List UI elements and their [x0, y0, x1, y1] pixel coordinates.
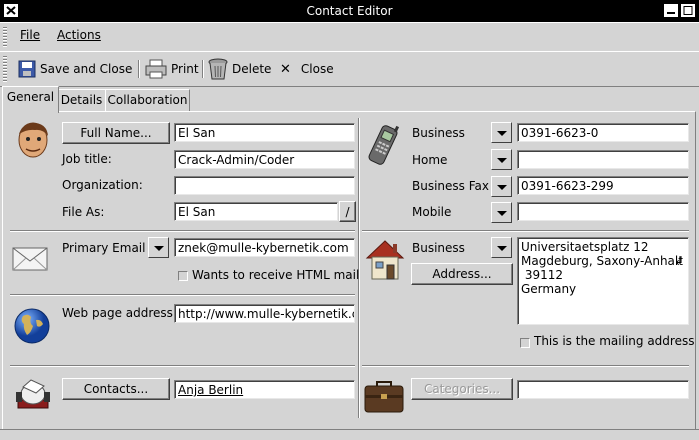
categories-button[interactable]: Categories... — [411, 378, 513, 400]
html-mail-checkbox[interactable] — [178, 271, 188, 281]
tab-collaboration[interactable]: Collaboration — [105, 89, 190, 112]
briefcase-icon — [364, 381, 404, 413]
toolbar-separator — [202, 60, 204, 78]
job-title-label: Job title: — [62, 152, 112, 166]
window-maximize-icon[interactable] — [680, 3, 696, 18]
save-and-close-label: Save and Close — [40, 62, 133, 76]
file-as-label: File As: — [62, 205, 105, 219]
envelope-icon — [12, 247, 48, 271]
address-line-1: Universitaetsplatz 12 — [521, 240, 649, 254]
globe-icon — [14, 308, 50, 344]
mailing-address-checkbox[interactable] — [520, 338, 530, 348]
phone-field-business-fax[interactable]: 0391-6623-299 — [517, 176, 689, 195]
section-separator — [362, 365, 689, 367]
delete-label: Delete — [232, 62, 272, 76]
html-mail-label: Wants to receive HTML mail — [192, 268, 360, 282]
trash-can-icon — [208, 58, 228, 80]
address-textarea[interactable]: Universitaetsplatz 12 Magdeburg, Saxony-… — [517, 237, 689, 325]
section-separator — [10, 365, 355, 367]
primary-email-label: Primary Email — [62, 241, 146, 255]
status-bar — [0, 429, 699, 440]
mailing-address-label: This is the mailing address — [534, 334, 695, 348]
web-page-label: Web page address: — [62, 306, 177, 320]
phone-label-business: Business — [412, 126, 465, 140]
print-button[interactable]: Print — [145, 58, 199, 80]
section-separator — [362, 230, 689, 232]
house-icon — [365, 240, 405, 280]
title-bar: Contact Editor — [0, 0, 699, 22]
address-type-label: Business — [412, 241, 465, 255]
cellphone-icon — [368, 125, 400, 165]
floppy-disk-icon — [18, 60, 36, 78]
person-face-icon — [18, 122, 48, 158]
file-as-button[interactable]: / — [339, 201, 356, 222]
menu-file[interactable]: File — [20, 28, 40, 42]
printer-icon — [145, 59, 167, 79]
address-button[interactable]: Address... — [411, 263, 513, 285]
web-page-field[interactable]: http://www.mulle-kybernetik.com — [174, 304, 355, 323]
print-label: Print — [171, 62, 199, 76]
tab-details[interactable]: Details — [57, 89, 106, 112]
phone-label-home: Home — [412, 153, 448, 167]
phone-label-business-fax: Business Fax — [412, 179, 489, 193]
menubar-grip[interactable] — [3, 27, 7, 47]
toolbar-grip[interactable] — [3, 56, 7, 82]
primary-email-field[interactable]: znek@mulle-kybernetik.com — [174, 238, 355, 257]
section-separator — [10, 294, 355, 296]
section-separator — [10, 230, 355, 232]
phone-field-mobile[interactable] — [517, 202, 689, 221]
phone-field-home[interactable] — [517, 150, 689, 169]
phone-field-business[interactable]: 0391-6623-0 — [517, 123, 689, 142]
window-title: Contact Editor — [306, 4, 393, 18]
phone-type-dropdown-business[interactable] — [491, 122, 512, 143]
address-line-4: Germany — [521, 282, 577, 296]
menu-bar: File Actions — [0, 22, 699, 52]
organization-label: Organization: — [62, 178, 143, 192]
phone-type-dropdown-home[interactable] — [491, 149, 512, 170]
address-line-2: Magdeburg, Saxony-Anhalt ↲ — [521, 254, 685, 268]
contacts-field[interactable]: Anja Berlin — [174, 380, 355, 399]
contacts-button[interactable]: Contacts... — [62, 378, 170, 400]
job-title-field[interactable]: Crack-Admin/Coder — [174, 150, 355, 169]
phone-type-dropdown-business-fax[interactable] — [491, 176, 512, 197]
rolodex-icon — [16, 379, 50, 409]
phone-type-dropdown-mobile[interactable] — [491, 202, 512, 223]
save-and-close-button[interactable]: Save and Close — [18, 58, 132, 80]
categories-field[interactable] — [517, 380, 689, 399]
address-line-3: 39112 — [521, 268, 563, 282]
email-type-dropdown[interactable] — [148, 237, 169, 258]
file-as-field[interactable]: El San — [174, 202, 338, 221]
window-minimize-icon[interactable] — [663, 3, 679, 18]
full-name-button[interactable]: Full Name... — [62, 122, 170, 144]
organization-field[interactable] — [174, 176, 355, 195]
address-type-dropdown[interactable] — [491, 237, 512, 258]
full-name-field[interactable]: El San — [174, 123, 355, 142]
tab-general[interactable]: General — [2, 86, 59, 113]
menu-actions[interactable]: Actions — [57, 28, 101, 42]
toolbar-separator — [138, 60, 140, 78]
phone-label-mobile: Mobile — [412, 205, 452, 219]
x-icon: ✕ — [280, 61, 291, 77]
delete-button[interactable]: Delete — [208, 58, 271, 80]
wrap-marker: ↲ — [674, 254, 685, 268]
close-label: Close — [300, 62, 334, 76]
close-button[interactable]: ✕ Close — [280, 58, 334, 80]
tool-bar: Save and Close Print Delete ✕ Close — [0, 51, 699, 87]
